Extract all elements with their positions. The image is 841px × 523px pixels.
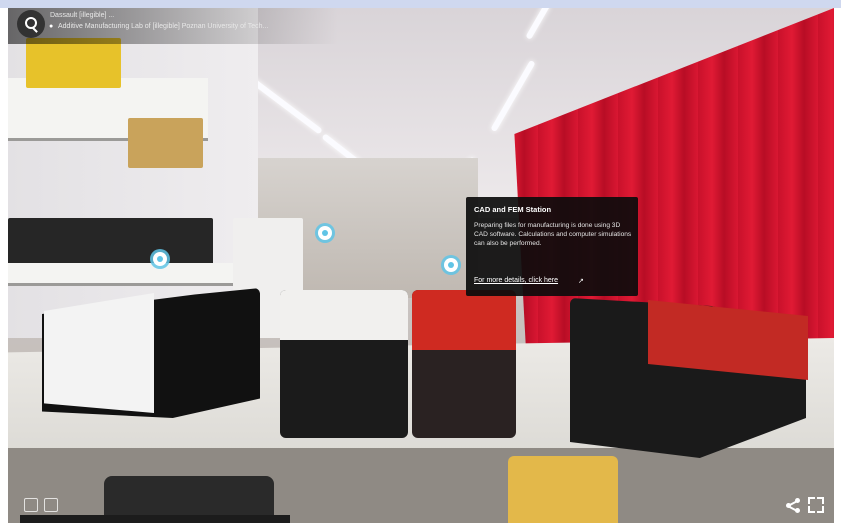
dollhouse-view-icon[interactable]	[24, 498, 38, 512]
location-pin-icon: ●	[49, 23, 54, 30]
lower-shelf	[8, 263, 238, 286]
share-icon-line	[789, 505, 798, 512]
mattertag-tooltip: CAD and FEM Station Preparing files for …	[466, 197, 638, 296]
search-button[interactable]	[17, 10, 45, 38]
cardboard-box	[128, 118, 203, 168]
mattertag-marker[interactable]	[444, 258, 458, 272]
mattertag-marker[interactable]	[153, 252, 167, 266]
yellow-chair	[508, 456, 618, 523]
share-button[interactable]	[784, 496, 802, 514]
panorama-scene[interactable]	[8, 8, 834, 523]
tooltip-details-link[interactable]: For more details, click here	[474, 277, 558, 284]
fullscreen-icon-corner	[817, 506, 824, 513]
bottom-info-bar	[20, 515, 290, 523]
fullscreen-button[interactable]	[808, 497, 824, 513]
browser-top-band	[0, 0, 841, 8]
fullscreen-icon-corner	[817, 497, 824, 504]
floorplan-view-icon[interactable]	[44, 498, 58, 512]
fullscreen-icon	[808, 497, 815, 504]
printer-white-panel	[44, 293, 154, 413]
mattertag-marker[interactable]	[318, 226, 332, 240]
fullscreen-icon-corner	[808, 506, 815, 513]
printer-red-top	[412, 290, 516, 350]
location-label: Additive Manufacturing Lab of [illegible…	[58, 23, 269, 30]
tooltip-body: Preparing files for manufacturing is don…	[474, 222, 632, 247]
external-link-icon: ↗	[578, 278, 584, 285]
yellow-box	[26, 38, 121, 88]
tooltip-title: CAD and FEM Station	[474, 205, 552, 214]
viewer-frame: Dassault [illegible] ... ● Additive Manu…	[0, 0, 841, 523]
printer-white-top	[280, 290, 408, 340]
space-subtitle: Dassault [illegible] ...	[50, 12, 115, 19]
